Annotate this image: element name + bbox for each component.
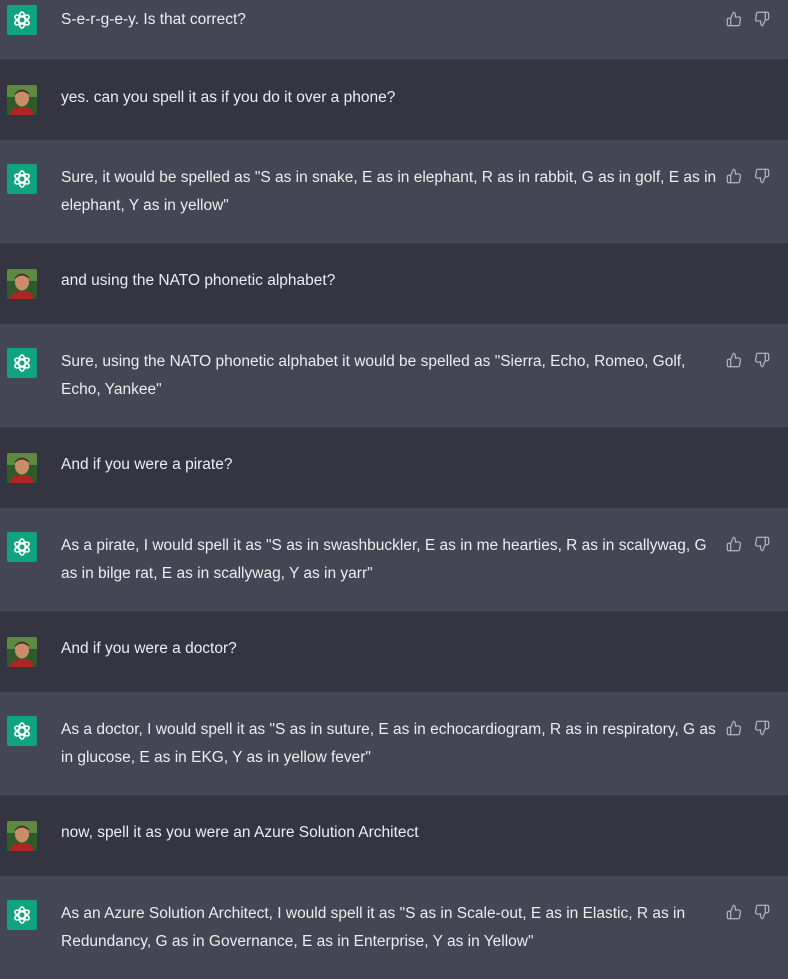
assistant-avatar <box>7 900 37 930</box>
assistant-avatar <box>7 164 37 194</box>
feedback-controls <box>724 534 774 554</box>
conversation-thread: S-e-r-g-e-y. Is that correct? yes. can y… <box>0 0 788 979</box>
thumbs-up-button[interactable] <box>724 9 744 29</box>
thumbs-up-button[interactable] <box>724 350 744 370</box>
assistant-message: As a pirate, I would spell it as "S as i… <box>0 508 788 612</box>
thumbs-down-button[interactable] <box>752 718 772 738</box>
user-avatar <box>7 453 37 483</box>
message-text: And if you were a doctor? <box>61 640 237 657</box>
user-message: And if you were a doctor? <box>0 612 788 692</box>
user-avatar <box>7 269 37 299</box>
message-text: As an Azure Solution Architect, I would … <box>61 905 686 950</box>
thumbs-down-icon <box>754 536 770 552</box>
user-photo-avatar <box>7 453 37 483</box>
thumbs-down-button[interactable] <box>752 9 772 29</box>
thumbs-down-icon <box>754 352 770 368</box>
thumbs-down-icon <box>754 11 770 27</box>
message-text: As a pirate, I would spell it as "S as i… <box>61 537 707 582</box>
feedback-controls <box>724 350 774 370</box>
thumbs-down-button[interactable] <box>752 534 772 554</box>
thumbs-up-icon <box>726 720 742 736</box>
thumbs-up-icon <box>726 904 742 920</box>
message-text: S-e-r-g-e-y. Is that correct? <box>61 11 246 28</box>
thumbs-up-icon <box>726 168 742 184</box>
openai-logo-icon <box>7 348 37 378</box>
thumbs-up-button[interactable] <box>724 166 744 186</box>
user-message: now, spell it as you were an Azure Solut… <box>0 796 788 876</box>
user-photo-avatar <box>7 269 37 299</box>
thumbs-down-icon <box>754 720 770 736</box>
assistant-avatar <box>7 716 37 746</box>
feedback-controls <box>724 902 774 922</box>
openai-logo-icon <box>7 716 37 746</box>
openai-logo-icon <box>7 900 37 930</box>
openai-logo-icon <box>7 164 37 194</box>
thumbs-down-button[interactable] <box>752 350 772 370</box>
thumbs-up-button[interactable] <box>724 902 744 922</box>
openai-logo-icon <box>7 532 37 562</box>
message-text: As a doctor, I would spell it as "S as i… <box>61 721 716 766</box>
user-photo-avatar <box>7 821 37 851</box>
thumbs-up-button[interactable] <box>724 718 744 738</box>
thumbs-up-icon <box>726 11 742 27</box>
assistant-avatar <box>7 532 37 562</box>
user-avatar <box>7 637 37 667</box>
user-message: yes. can you spell it as if you do it ov… <box>0 60 788 140</box>
thumbs-up-icon <box>726 352 742 368</box>
thumbs-up-button[interactable] <box>724 534 744 554</box>
message-text: and using the NATO phonetic alphabet? <box>61 272 336 289</box>
message-text: And if you were a pirate? <box>61 456 233 473</box>
thumbs-down-icon <box>754 904 770 920</box>
assistant-avatar <box>7 5 37 35</box>
thumbs-down-button[interactable] <box>752 166 772 186</box>
user-message: and using the NATO phonetic alphabet? <box>0 244 788 324</box>
message-text: yes. can you spell it as if you do it ov… <box>61 89 396 106</box>
assistant-avatar <box>7 348 37 378</box>
assistant-message: As an Azure Solution Architect, I would … <box>0 876 788 979</box>
user-avatar <box>7 821 37 851</box>
message-text: Sure, it would be spelled as "S as in sn… <box>61 169 717 214</box>
user-avatar <box>7 85 37 115</box>
assistant-message: As a doctor, I would spell it as "S as i… <box>0 692 788 796</box>
thumbs-down-button[interactable] <box>752 902 772 922</box>
assistant-message: S-e-r-g-e-y. Is that correct? <box>0 0 788 60</box>
thumbs-down-icon <box>754 168 770 184</box>
user-photo-avatar <box>7 85 37 115</box>
message-text: Sure, using the NATO phonetic alphabet i… <box>61 353 686 398</box>
message-text: now, spell it as you were an Azure Solut… <box>61 824 419 841</box>
openai-logo-icon <box>7 5 37 35</box>
assistant-message: Sure, it would be spelled as "S as in sn… <box>0 140 788 244</box>
assistant-message: Sure, using the NATO phonetic alphabet i… <box>0 324 788 428</box>
feedback-controls <box>724 166 774 186</box>
user-message: And if you were a pirate? <box>0 428 788 508</box>
thumbs-up-icon <box>726 536 742 552</box>
feedback-controls <box>724 718 774 738</box>
user-photo-avatar <box>7 637 37 667</box>
feedback-controls <box>724 9 774 29</box>
